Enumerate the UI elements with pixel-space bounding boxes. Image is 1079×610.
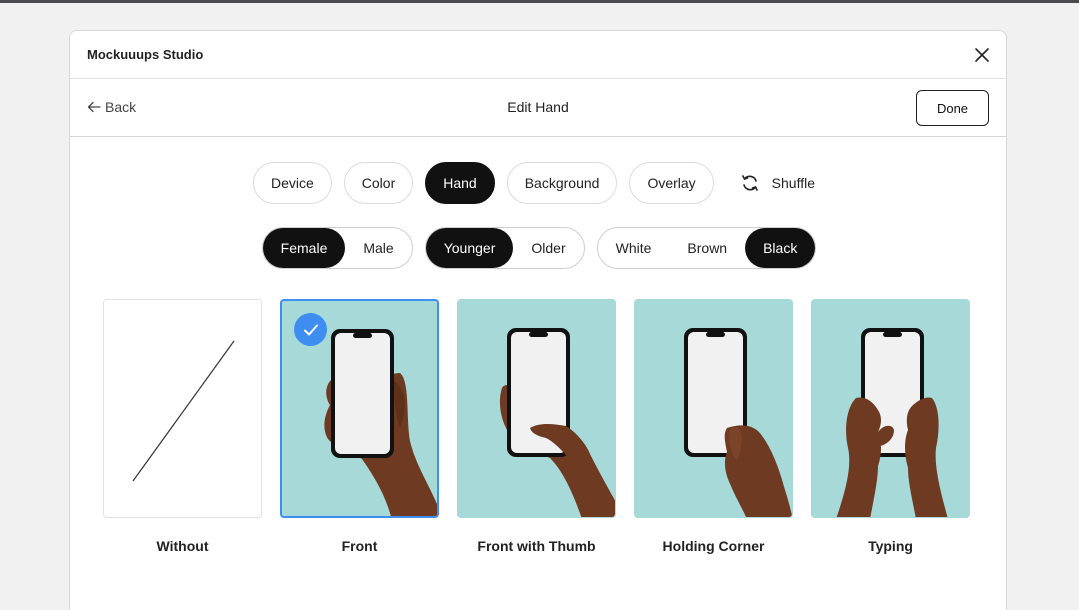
hand-options: Female Male Younger Older White Brown Bl… bbox=[70, 227, 1008, 269]
tab-color[interactable]: Color bbox=[343, 162, 414, 204]
tab-hand[interactable]: Hand bbox=[425, 162, 495, 204]
pose-card-holding-corner[interactable]: Holding Corner bbox=[634, 299, 793, 554]
option-white[interactable]: White bbox=[598, 228, 670, 268]
gender-selector: Female Male bbox=[261, 227, 413, 269]
selected-check-icon bbox=[294, 313, 327, 346]
option-female[interactable]: Female bbox=[262, 228, 346, 268]
edit-header: Back Edit Hand Done bbox=[70, 79, 1006, 137]
pose-label: Typing bbox=[868, 538, 913, 554]
option-older[interactable]: Older bbox=[513, 228, 583, 268]
hand-front-with-thumb-image bbox=[499, 328, 615, 517]
pose-card-without[interactable]: Without bbox=[103, 299, 262, 554]
option-brown[interactable]: Brown bbox=[669, 228, 745, 268]
shuffle-icon bbox=[741, 175, 758, 191]
option-male[interactable]: Male bbox=[345, 228, 411, 268]
pose-thumbnail bbox=[634, 299, 793, 518]
age-selector: Younger Older bbox=[424, 227, 585, 269]
pose-label: Front with Thumb bbox=[477, 538, 596, 554]
shuffle-label: Shuffle bbox=[771, 175, 816, 191]
tab-overlay[interactable]: Overlay bbox=[629, 162, 714, 204]
option-younger[interactable]: Younger bbox=[425, 228, 514, 268]
hand-typing-image bbox=[836, 328, 948, 517]
option-black[interactable]: Black bbox=[745, 228, 816, 268]
pose-label: Without bbox=[156, 538, 209, 554]
pose-label: Holding Corner bbox=[662, 538, 765, 554]
pose-thumbnail bbox=[457, 299, 616, 518]
pose-card-front[interactable]: Front bbox=[280, 299, 439, 554]
window-top-strip bbox=[0, 0, 1079, 3]
dialog-titlebar: Mockuuups Studio bbox=[70, 31, 1006, 79]
pose-card-typing[interactable]: Typing bbox=[811, 299, 970, 554]
hand-holding-corner-image bbox=[684, 328, 792, 517]
close-icon bbox=[975, 47, 989, 62]
tab-device[interactable]: Device bbox=[252, 162, 332, 204]
skin-tone-selector: White Brown Black bbox=[596, 227, 817, 269]
hand-pose-grid: Without Front Front with Thumb Holding C… bbox=[103, 299, 973, 554]
app-title: Mockuuups Studio bbox=[87, 47, 204, 62]
close-button[interactable] bbox=[970, 43, 994, 67]
pose-thumbnail bbox=[280, 299, 439, 518]
pose-card-front-with-thumb[interactable]: Front with Thumb bbox=[457, 299, 616, 554]
no-hand-icon bbox=[132, 340, 235, 482]
page-title: Edit Hand bbox=[507, 99, 569, 115]
category-tabs: Device Color Hand Background Overlay Shu… bbox=[70, 161, 1008, 205]
pose-label: Front bbox=[341, 538, 378, 554]
tab-background[interactable]: Background bbox=[506, 162, 618, 204]
edit-dialog: Mockuuups Studio Back Edit Hand Done Dev… bbox=[69, 30, 1007, 610]
done-button[interactable]: Done bbox=[916, 90, 989, 126]
shuffle-button[interactable]: Shuffle bbox=[726, 162, 825, 204]
pose-thumbnail bbox=[811, 299, 970, 518]
pose-thumbnail bbox=[103, 299, 262, 518]
